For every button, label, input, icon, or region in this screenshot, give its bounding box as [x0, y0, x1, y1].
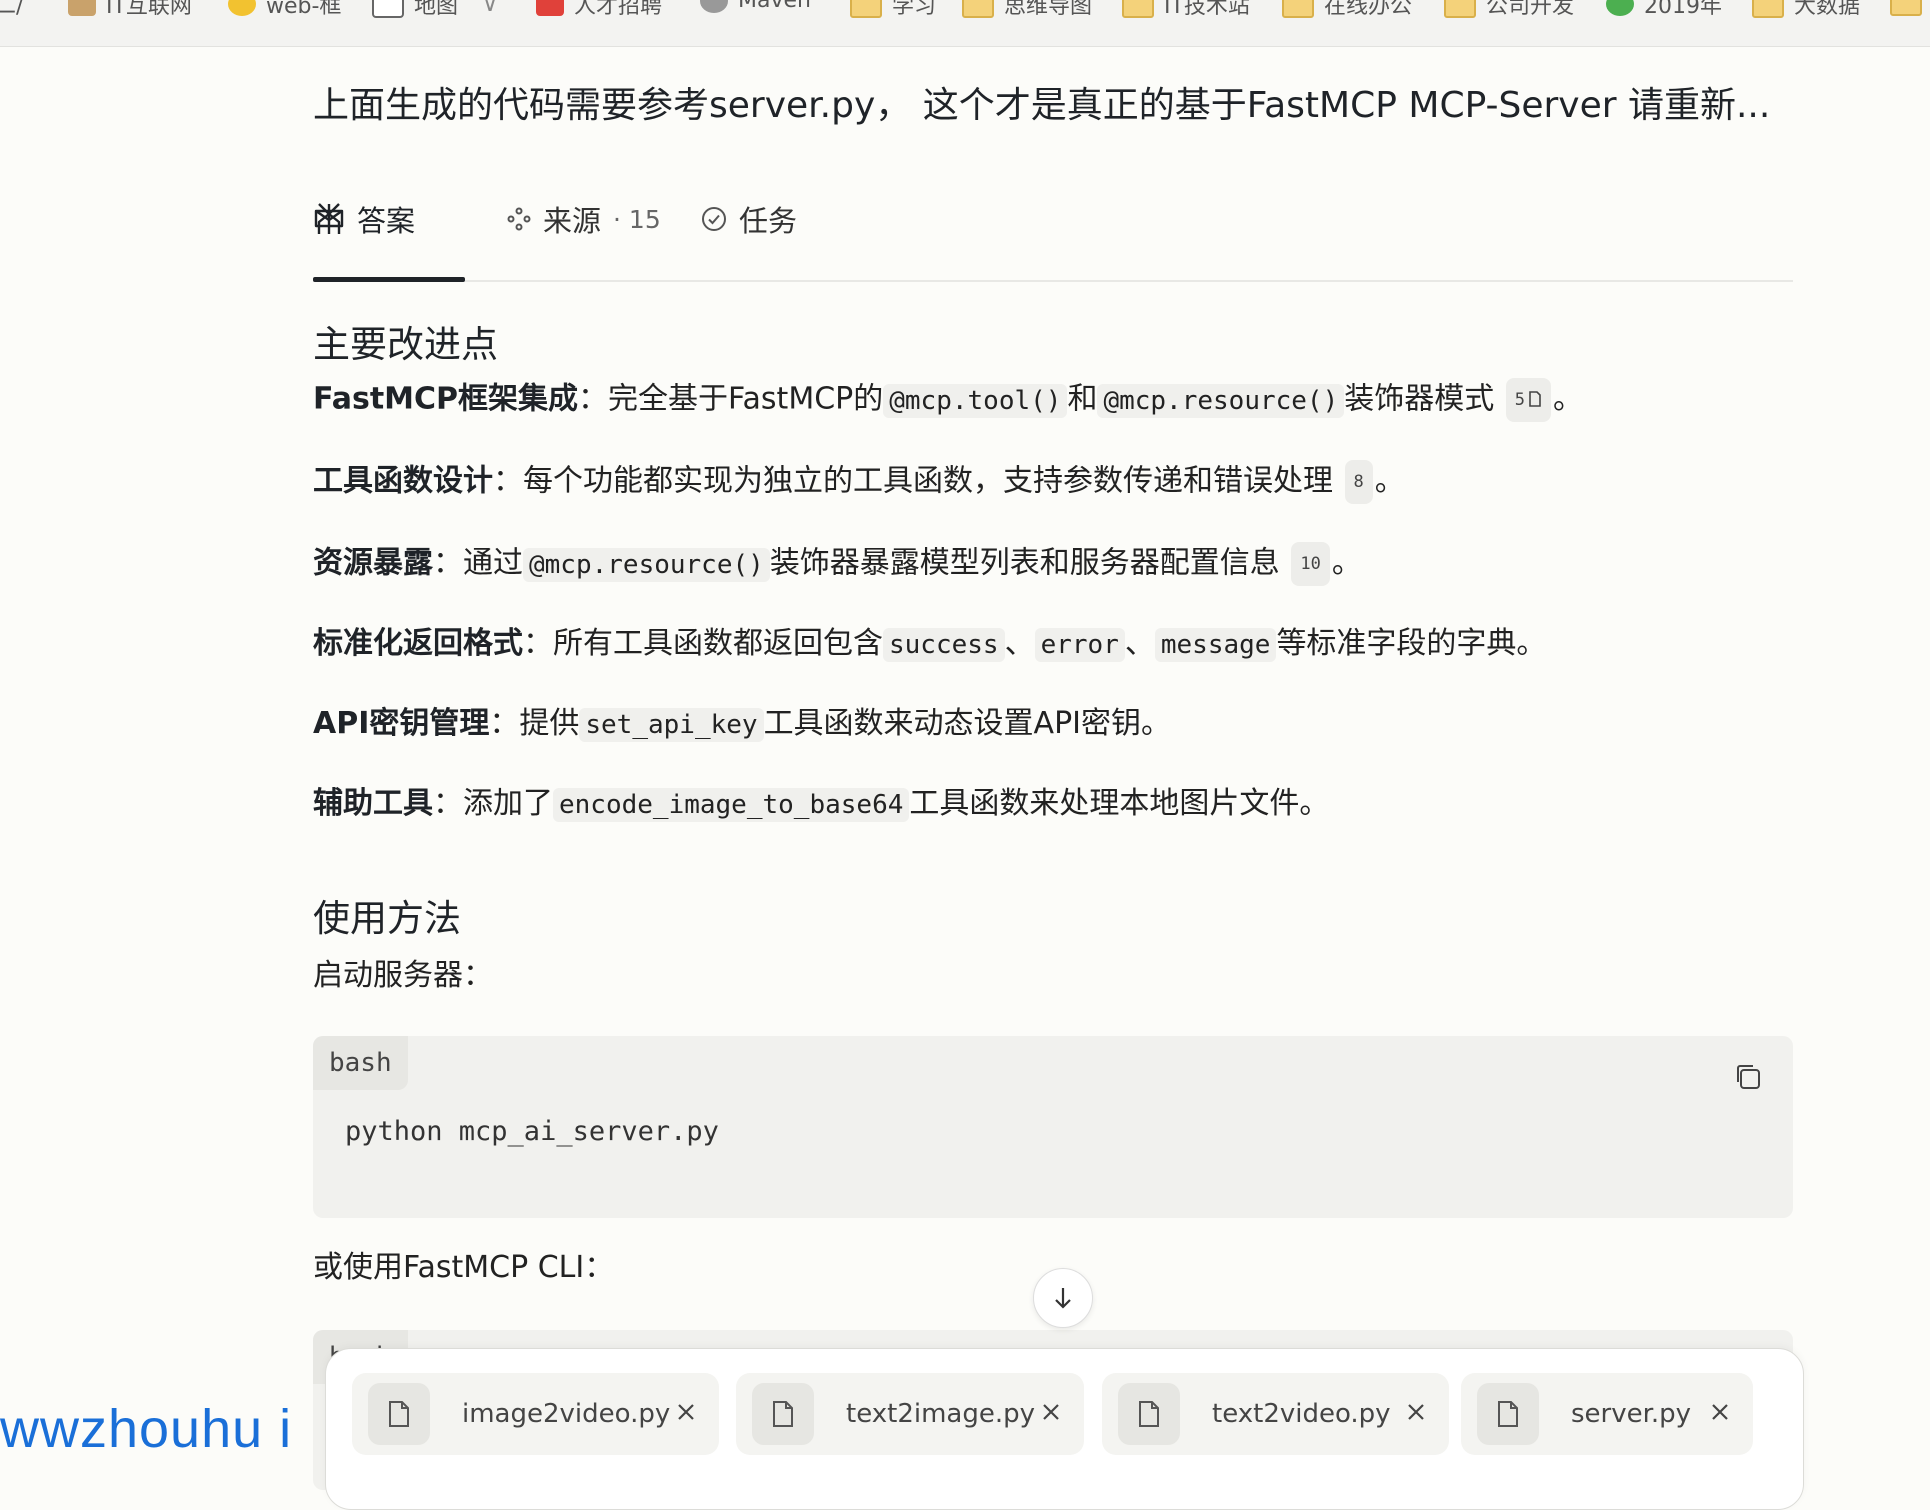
- web-icon: [228, 0, 256, 16]
- tab-sources[interactable]: 来源 · 15: [507, 198, 661, 240]
- bookmark-item[interactable]: 大数据: [1752, 0, 1860, 20]
- section-heading: 主要改进点: [313, 323, 498, 366]
- citation-badge[interactable]: 8: [1344, 460, 1373, 504]
- code-language-label: bash: [313, 1036, 408, 1090]
- attachment-chip[interactable]: server.py: [1461, 1373, 1753, 1455]
- citation-badge[interactable]: 5: [1505, 378, 1552, 422]
- tab-tasks[interactable]: 任务: [701, 198, 797, 240]
- bookmark-item[interactable]: 学习: [850, 0, 936, 20]
- attachment-chip[interactable]: image2video.py: [352, 1373, 719, 1455]
- book-icon: [68, 0, 96, 16]
- bookmarks-bar: 二/ IT互联网 web-框 地图 ∨ 人才招聘 Maven 学习 思维导图 I…: [0, 0, 1930, 47]
- check-circle-icon: [702, 207, 726, 231]
- body-text: 启动服务器：: [313, 958, 493, 993]
- attachment-chip[interactable]: text2image.py: [736, 1373, 1084, 1455]
- close-icon[interactable]: [1401, 1397, 1431, 1427]
- bookmark-partial[interactable]: [1890, 0, 1922, 16]
- bookmark-item[interactable]: 思维导图: [962, 0, 1092, 20]
- attachment-chip[interactable]: text2video.py: [1102, 1373, 1449, 1455]
- bookmark-item[interactable]: Maven: [700, 0, 811, 13]
- globe-icon: [1606, 0, 1634, 16]
- bookmark-item[interactable]: 公司开发: [1444, 0, 1574, 20]
- bookmark-item[interactable]: 2019年: [1606, 0, 1722, 20]
- folder-icon: [962, 0, 994, 18]
- tab-bar: 答案 来源 · 15 任务: [313, 156, 1793, 282]
- bookmark-partial[interactable]: 二/: [0, 0, 23, 20]
- bookmark-item[interactable]: IT技术站: [1122, 0, 1250, 20]
- chevron-down-icon: ∨: [482, 0, 499, 17]
- file-icon: [1139, 1401, 1159, 1427]
- folder-icon: [1282, 0, 1314, 18]
- sources-icon: [507, 207, 531, 231]
- copy-icon[interactable]: [1733, 1062, 1763, 1092]
- list-item: 资源暴露：通过 @mcp.resource() 装饰器暴露模型列表和服务器配置信息 …: [313, 542, 1362, 586]
- close-icon[interactable]: [671, 1397, 701, 1427]
- attachment-tray: image2video.py text2image.py text2video.…: [325, 1348, 1804, 1510]
- code-block: bash python mcp_ai_server.py: [313, 1036, 1793, 1218]
- list-item: 辅助工具：添加了 encode_image_to_base64 工具函数来处理本地图…: [313, 786, 1330, 822]
- code-line: python mcp_ai_server.py: [345, 1116, 719, 1147]
- perplexity-logo-icon: [314, 203, 344, 234]
- map-icon: [372, 0, 404, 18]
- folder-icon: [850, 0, 882, 18]
- question-title: 上面生成的代码需要参考server.py， 这个才是真正的基于FastMCP M…: [313, 85, 1771, 126]
- citation-badge[interactable]: 10: [1291, 542, 1330, 586]
- bookmark-item[interactable]: 人才招聘: [536, 0, 662, 20]
- list-item: API密钥管理：提供 set_api_key 工具函数来动态设置API密钥。: [313, 706, 1172, 742]
- list-item: FastMCP框架集成：完全基于FastMCP的 @mcp.tool() 和 @mcp…: [313, 378, 1583, 422]
- recruit-icon: [536, 0, 564, 16]
- maven-icon: [700, 0, 728, 13]
- watermark: wwzhouhu i: [0, 1399, 293, 1459]
- document-icon: [1529, 391, 1541, 407]
- body-text: 或使用FastMCP CLI：: [313, 1250, 615, 1285]
- section-heading: 使用方法: [313, 897, 461, 940]
- bookmark-item[interactable]: IT互联网: [68, 0, 192, 20]
- folder-icon: [1890, 0, 1922, 16]
- file-icon: [773, 1401, 793, 1427]
- bookmark-item[interactable]: 在线办公: [1282, 0, 1412, 20]
- list-item: 标准化返回格式：所有工具函数都返回包含 success、 error、 message…: [313, 626, 1547, 662]
- bookmark-item[interactable]: 地图 ∨: [372, 0, 498, 20]
- list-item: 工具函数设计：每个功能都实现为独立的工具函数，支持参数传递和错误处理 8。: [313, 460, 1405, 504]
- file-icon: [389, 1401, 409, 1427]
- active-tab-indicator: [313, 277, 465, 282]
- tab-answer[interactable]: 答案: [313, 198, 415, 240]
- arrow-down-icon: [1055, 1288, 1071, 1309]
- close-icon[interactable]: [1705, 1397, 1735, 1427]
- bookmark-item[interactable]: web-框: [228, 0, 341, 20]
- close-icon[interactable]: [1036, 1397, 1066, 1427]
- folder-icon: [1122, 0, 1154, 18]
- scroll-to-bottom-button[interactable]: [1033, 1268, 1093, 1328]
- file-icon: [1498, 1401, 1518, 1427]
- folder-icon: [1444, 0, 1476, 18]
- folder-icon: [1752, 0, 1784, 18]
